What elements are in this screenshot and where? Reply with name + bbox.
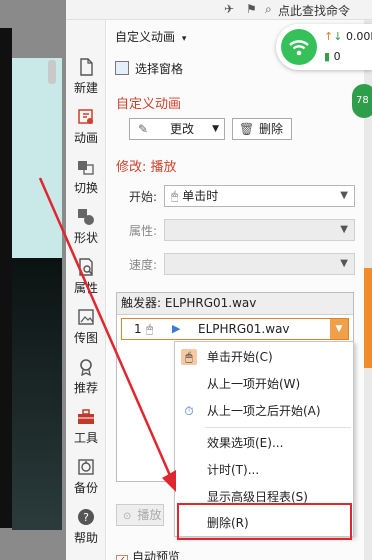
app-window: ✈ ⚑ ⌕ 点此查找命令 新建 动画 切换 形状 属性 传图 推荐 工具 备份 …: [0, 0, 372, 560]
arrow-shaft: [38, 177, 174, 481]
annotation-arrow: [38, 177, 176, 492]
